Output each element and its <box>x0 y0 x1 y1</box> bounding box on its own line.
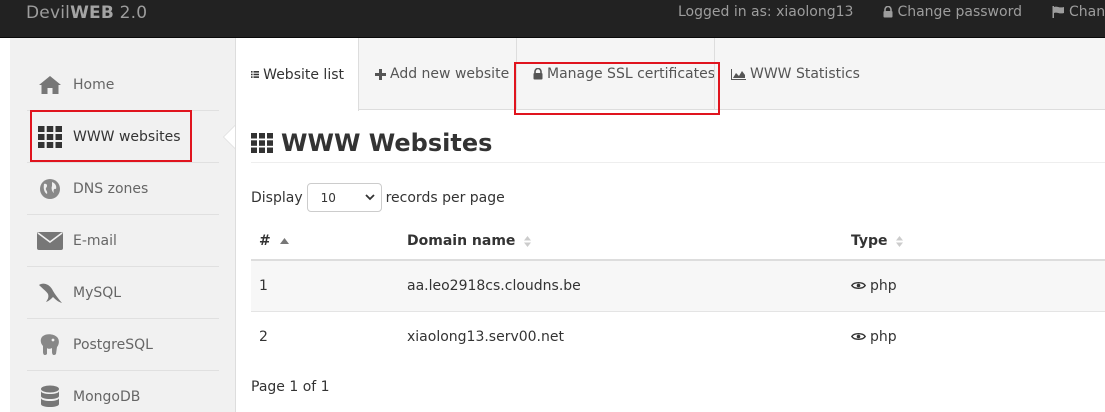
sidebar-item-dns-zones[interactable]: DNS zones <box>27 163 219 215</box>
sidebar-item-home[interactable]: Home <box>27 59 219 111</box>
column-header-type[interactable]: Type <box>843 223 1105 261</box>
pagination-info: Page 1 of 1 <box>251 379 330 395</box>
database-icon <box>37 384 63 410</box>
page-size-select[interactable]: 10 <box>306 183 382 212</box>
table-row[interactable]: 2 xiaolong13.serv00.net php <box>251 310 1105 362</box>
sidebar-item-email[interactable]: E-mail <box>27 215 219 267</box>
title-divider <box>251 162 1105 163</box>
sidebar-item-label: DNS zones <box>73 180 149 197</box>
eye-icon <box>851 282 866 290</box>
page-title: WWW Websites <box>251 129 492 157</box>
home-icon <box>37 72 63 98</box>
sidebar-item-www-websites[interactable]: WWW websites <box>27 111 219 163</box>
tab-manage-ssl-certificates[interactable]: Manage SSL certificates <box>519 38 729 110</box>
change-password-link[interactable]: Change password <box>883 4 1022 20</box>
sidebar-item-label: MySQL <box>73 284 122 301</box>
row-number: 1 <box>251 259 399 311</box>
chevron-down-icon <box>364 194 375 201</box>
table-header-row: # Domain name Type <box>251 223 1105 261</box>
tab-add-new-website[interactable]: Add new website <box>361 38 523 110</box>
sort-icon <box>524 235 532 247</box>
display-label: Display <box>251 189 303 206</box>
sidebar-item-label: MongoDB <box>73 389 141 405</box>
top-navbar: DevilWEB 2.0 Logged in as: xiaolong13 Ch… <box>0 0 1105 38</box>
sidebar-item-label: E-mail <box>73 232 117 249</box>
tab-website-list[interactable]: Website list <box>237 38 359 111</box>
sidebar-item-label: Home <box>73 76 115 93</box>
list-icon <box>251 71 260 78</box>
sidebar-item-postgresql[interactable]: PostgreSQL <box>27 319 219 371</box>
records-label: records per page <box>385 189 505 206</box>
tab-bar: Website list Add new website Manage SSL … <box>237 38 1105 111</box>
sort-icon <box>896 235 904 247</box>
flag-icon <box>1052 6 1064 18</box>
globe-icon <box>37 176 63 202</box>
lock-icon <box>883 6 893 18</box>
plus-icon <box>375 68 386 80</box>
row-number: 2 <box>251 310 399 362</box>
elephant-icon <box>37 332 63 358</box>
sidebar-item-label: PostgreSQL <box>73 336 153 353</box>
eye-icon <box>851 333 866 341</box>
lock-icon <box>533 68 543 80</box>
sidebar-item-mongodb[interactable]: MongoDB <box>27 371 219 412</box>
tab-separator <box>516 38 517 110</box>
top-nav-links: Logged in as: xiaolong13 Change password… <box>678 4 1105 20</box>
websites-table: # Domain name Type 1 aa.leo2918cs.cloudn… <box>251 223 1105 362</box>
sort-asc-icon <box>279 238 289 244</box>
column-header-number[interactable]: # <box>251 223 399 261</box>
tab-www-statistics[interactable]: WWW Statistics <box>717 38 874 110</box>
domain-name: xiaolong13.serv00.net <box>399 310 843 362</box>
domain-name: aa.leo2918cs.cloudns.be <box>399 259 843 311</box>
active-pointer <box>224 126 235 148</box>
grid-icon <box>37 124 63 150</box>
sidebar: Home WWW websites DNS zones E-mail MySQL <box>10 38 236 412</box>
area-chart-icon <box>731 68 746 80</box>
app-brand[interactable]: DevilWEB 2.0 <box>26 3 147 23</box>
site-type: php <box>843 310 1105 362</box>
main-content: WWW Websites Display 10 records per page… <box>237 111 1105 412</box>
change-language-link[interactable]: Change la <box>1052 4 1105 20</box>
tab-separator <box>714 38 715 110</box>
table-row[interactable]: 1 aa.leo2918cs.cloudns.be php <box>251 259 1105 311</box>
grid-icon <box>251 133 273 153</box>
site-type: php <box>843 259 1105 311</box>
sidebar-item-mysql[interactable]: MySQL <box>27 267 219 319</box>
sidebar-item-label: WWW websites <box>73 128 181 145</box>
logged-in-label: Logged in as: xiaolong13 <box>678 4 854 20</box>
envelope-icon <box>37 228 63 254</box>
column-header-domain[interactable]: Domain name <box>399 223 843 261</box>
page-size-control: Display 10 records per page <box>251 183 505 212</box>
dolphin-icon <box>37 280 63 306</box>
